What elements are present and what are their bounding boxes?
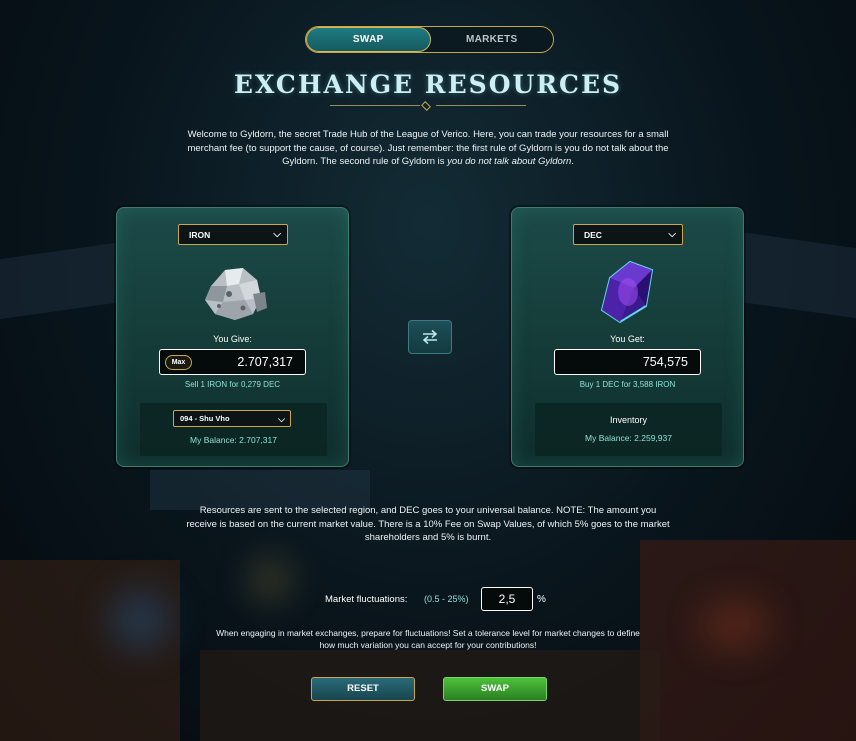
give-balance: My Balance: 2.707,317 <box>190 435 277 445</box>
swap-notice: Resources are sent to the selected regio… <box>186 505 670 543</box>
fluctuation-range: (0.5 - 25%) <box>424 594 469 604</box>
title-ornament <box>330 101 526 111</box>
view-tabs: SWAP MARKETS <box>305 26 554 53</box>
get-card: DEC ⌵ You Get: 754,575 Buy 1 DEC for 3,5… <box>511 207 744 467</box>
sell-rate: Sell 1 IRON for 0,279 DEC <box>184 380 281 389</box>
swap-arrows-icon <box>422 329 438 345</box>
inventory-label: Inventory <box>609 415 648 425</box>
fluctuation-input[interactable]: 2,5 <box>481 587 533 611</box>
give-card: IRON ⌵ You Give: Max 2.707,317 Sell 1 IR… <box>116 207 349 467</box>
you-get-label: You Get: <box>610 334 645 344</box>
region-select[interactable]: 094 - Shu Vho ⌵ <box>173 410 291 427</box>
region-panel: 094 - Shu Vho ⌵ My Balance: 2.707,317 <box>140 403 327 456</box>
chevron-down-icon: ⌵ <box>668 229 676 240</box>
intro-text: Welcome to Gyldorn, the secret Trade Hub… <box>187 129 669 167</box>
get-resource-select[interactable]: DEC ⌵ <box>573 224 683 245</box>
tab-markets[interactable]: MARKETS <box>431 27 554 52</box>
get-balance: My Balance: 2.259,937 <box>585 433 672 443</box>
get-amount-field[interactable]: 754,575 <box>554 349 701 375</box>
swap-button[interactable]: SWAP <box>443 677 547 701</box>
fluctuation-note: When engaging in market exchanges, prepa… <box>216 628 640 650</box>
you-give-label: You Give: <box>213 334 252 344</box>
buy-rate: Buy 1 DEC for 3,588 IRON <box>579 380 676 389</box>
page-title: EXCHANGE RESOURCES <box>233 70 623 99</box>
fluctuation-label: Market fluctuations: <box>325 594 408 605</box>
iron-ore-icon <box>205 268 267 320</box>
tab-swap[interactable]: SWAP <box>306 27 431 52</box>
chevron-down-icon: ⌵ <box>273 229 281 240</box>
reset-button[interactable]: RESET <box>311 677 415 701</box>
fluctuation-row: Market fluctuations: (0.5 - 25%) 2,5 % <box>0 587 856 611</box>
swap-direction-button[interactable] <box>408 320 452 354</box>
give-amount-input[interactable]: Max 2.707,317 <box>159 349 306 375</box>
inventory-panel: Inventory My Balance: 2.259,937 <box>535 403 722 456</box>
max-button[interactable]: Max <box>165 355 192 370</box>
percent-unit: % <box>537 594 546 605</box>
chevron-down-icon: ⌵ <box>278 414 285 424</box>
dec-crystal-icon <box>600 260 654 324</box>
give-resource-select[interactable]: IRON ⌵ <box>178 224 288 245</box>
